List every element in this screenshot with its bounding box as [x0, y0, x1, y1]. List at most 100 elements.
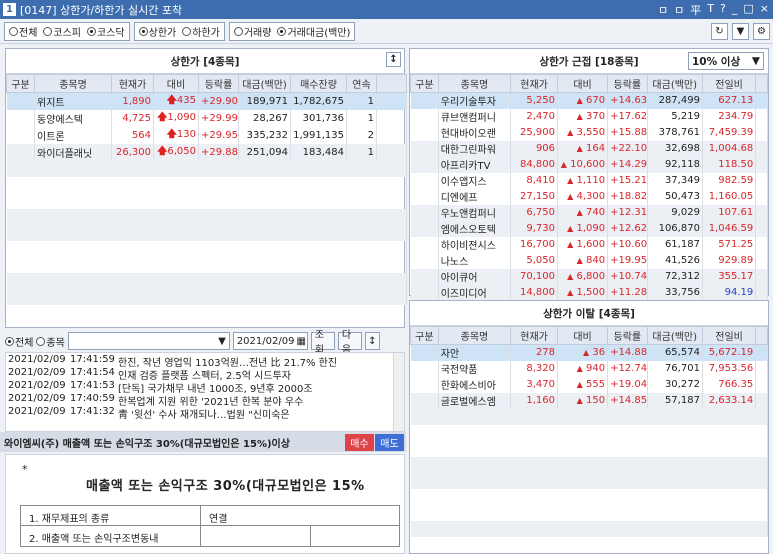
col-header[interactable]: 매수잔량 — [290, 74, 347, 93]
stock-search-input[interactable]: ▼ — [67, 332, 230, 350]
table-row[interactable]: 이수앱지스 8,410 ▲ 1,110 +15.21 37,349 982.59 — [410, 172, 768, 189]
col-header[interactable]: 등락률 — [607, 74, 648, 93]
col-header[interactable]: 대금(백만) — [646, 326, 703, 345]
col-header[interactable]: 종목명 — [437, 74, 512, 93]
sort-toggle-icon[interactable]: ↕ — [386, 52, 401, 67]
near-limit-header: 상한가 근접 [18종목] 10% 이상 ▼ — [410, 49, 768, 74]
threshold-select[interactable]: 10% 이상 ▼ — [688, 52, 764, 70]
disclosure-document: * 매출액 또는 손익구조 30%(대규모법인은 15% 1. 재무제표의 종류… — [5, 454, 405, 554]
radio-sort-amount[interactable]: 거래대금(백만) — [277, 24, 350, 39]
upper-limit-title: 상한가 [4종목] — [170, 55, 240, 68]
table-row[interactable]: 아이큐어 70,100 ▲ 6,800 +10.74 72,312 355.17 — [410, 268, 768, 285]
maximize-icon[interactable]: □ — [743, 2, 753, 18]
col-header[interactable]: 연속 — [346, 74, 377, 93]
table-row[interactable]: 아프리카TV 84,800 ▲ 10,600 +14.29 92,118 118.50 — [410, 156, 768, 173]
chevron-down-icon: ▼ — [751, 55, 760, 67]
upper-limit-panel: 상한가 [4종목] ↕ 구분 종목명 현재가 대비 등락률 대금(백만) 매수잔… — [5, 48, 407, 328]
radio-news-stock[interactable]: 종목 — [36, 334, 65, 349]
font-icon[interactable]: T — [707, 2, 714, 18]
radio-market-all[interactable]: 전체 — [9, 24, 37, 39]
col-header[interactable]: 현재가 — [111, 74, 154, 93]
window-titlebar: 1 [0147] 상한가/하한가 실시간 포착 ㅁ ㅁ 平 T ? _ □ × — [0, 0, 773, 19]
query-button[interactable]: 조회 — [310, 330, 335, 356]
table-row[interactable]: 이즈미디어 14,800 ▲ 1,500 +11.28 33,756 94.19 — [410, 284, 768, 301]
date-picker[interactable]: 2021/02/09 ▦ — [232, 332, 308, 350]
table-row[interactable]: 엠에스오토텍 9,730 ▲ 1,090 +12.62 106,870 1,046.59 — [410, 220, 768, 237]
col-header[interactable]: 현재가 — [510, 74, 559, 93]
up-triangle-icon: ▲ — [567, 240, 574, 249]
table-row[interactable]: 우리기술투자 5,250 ▲ 670 +14.63 287,499 627.13 — [410, 92, 768, 109]
table-row[interactable]: 대한그린파워 906 ▲ 164 +22.10 32,698 1,004.68 — [410, 140, 768, 157]
table-row[interactable]: 우노앤컴퍼니 6,750 ▲ 740 +12.31 9,029 107.61 — [410, 204, 768, 221]
col-header[interactable]: 종목명 — [437, 326, 512, 345]
calendar-icon[interactable]: ▦ — [296, 336, 305, 347]
news-scrollbar[interactable] — [393, 353, 404, 431]
copy-icon[interactable]: ㅁ — [674, 2, 684, 18]
table-row[interactable]: 한화에스비아 3,470 ▲ 555 +19.04 30,272 766.35 — [410, 376, 768, 393]
table-row[interactable]: 디엔에프 27,150 ▲ 4,300 +18.82 50,473 1,160.05 — [410, 188, 768, 205]
col-header[interactable]: 현재가 — [510, 326, 559, 345]
window-controls: ㅁ ㅁ 平 T ? _ □ × — [658, 2, 769, 18]
col-header[interactable]: 대비 — [557, 326, 609, 345]
gear-icon[interactable]: ⚙ — [753, 22, 770, 40]
doc-star: * — [22, 463, 28, 476]
pin-icon[interactable]: 平 — [690, 2, 701, 18]
refresh-icon[interactable]: ↻ — [711, 22, 728, 40]
col-header[interactable]: 대비 — [557, 74, 609, 93]
radio-news-all[interactable]: 전체 — [5, 334, 33, 349]
col-header[interactable]: 등락률 — [607, 326, 648, 345]
table-row[interactable]: 동양에스텍 4,725 🡅1,090 +29.99 28,267 301,736… — [6, 110, 407, 127]
news-list: 2021/02/09 17:41:59 한진, 작년 영업익 1103억원…전년 比… — [5, 352, 405, 432]
news-item[interactable]: 2021/02/09 17:41:32 靑 '윗선' 수사 재개되나…법원 "신미숙… — [8, 406, 402, 419]
sell-button[interactable]: 매도 — [375, 434, 404, 451]
close-icon[interactable]: × — [760, 2, 769, 18]
link-icon[interactable]: ㅁ — [658, 2, 668, 18]
news-item[interactable]: 2021/02/09 17:41:53 [단독] 국가채무 내년 1000조, 9년… — [8, 380, 402, 393]
up-triangle-icon: ▲ — [576, 256, 583, 265]
table-row[interactable]: 큐브앤컴퍼니 2,470 ▲ 370 +17.62 5,219 234.79 — [410, 108, 768, 125]
table-row[interactable]: 와이더플래닛 26,300 🡅6,050 +29.88 251,094 183,… — [6, 144, 407, 161]
col-header[interactable]: 대금(백만) — [646, 74, 703, 93]
col-header[interactable]: 전일비 — [701, 74, 757, 93]
up-triangle-icon: ▲ — [567, 192, 574, 201]
news-item[interactable]: 2021/02/09 17:40:59 한복업계 지원 위한 '2021년 한복 분… — [8, 393, 402, 406]
window-number-badge: 1 — [3, 3, 16, 16]
window-title: [0147] 상한가/하한가 실시간 포착 — [20, 3, 183, 17]
col-header[interactable]: 구분 — [410, 74, 439, 93]
news-item[interactable]: 2021/02/09 17:41:54 인재 검증 플랫폼 스펙터, 2.5억 시드… — [8, 367, 402, 380]
up-triangle-icon: ▲ — [567, 176, 574, 185]
table-row[interactable]: 자안 278 ▲ 36 +14.88 65,574 5,672.19 — [410, 344, 768, 361]
col-header[interactable]: 종목명 — [34, 74, 112, 93]
news-controls: 전체 종목 ▼ 2021/02/09 ▦ 조회 다음 ↕ — [5, 330, 405, 356]
next-button[interactable]: 다음 — [337, 330, 362, 356]
table-row[interactable]: 위지트 1,890 🡅435 +29.90 189,971 1,782,675 … — [6, 92, 407, 110]
sort-toggle-icon[interactable]: ↕ — [364, 332, 380, 350]
up-triangle-icon: ▲ — [576, 396, 583, 405]
col-header[interactable]: 대비 — [153, 74, 199, 93]
buy-button[interactable]: 매수 — [345, 434, 374, 451]
table-row[interactable]: 글로벌에스엠 1,160 ▲ 150 +14.85 57,187 2,633.14 — [410, 392, 768, 409]
dropdown-icon[interactable]: ▼ — [732, 22, 749, 40]
radio-sort-volume[interactable]: 거래량 — [233, 24, 271, 39]
table-row[interactable]: 국전약품 8,320 ▲ 940 +12.74 76,701 7,953.56 — [410, 360, 768, 377]
news-item[interactable]: 2021/02/09 17:41:59 한진, 작년 영업익 1103억원…전년 比… — [8, 354, 402, 367]
col-header[interactable]: 구분 — [6, 74, 35, 93]
table-row[interactable]: 현대바이오랜 25,900 ▲ 3,550 +15.88 378,761 7,459.39 — [410, 124, 768, 141]
minimize-icon[interactable]: _ — [732, 2, 738, 18]
radio-market-kospi[interactable]: 코스피 — [43, 24, 81, 39]
col-header[interactable]: 등락률 — [198, 74, 239, 93]
col-header[interactable]: 구분 — [410, 326, 439, 345]
upper-limit-table: 구분 종목명 현재가 대비 등락률 대금(백만) 매수잔량 연속 위지트 1,8… — [6, 74, 407, 305]
table-row[interactable]: 이트론 564 🡅130 +29.95 335,232 1,991,135 2 — [6, 127, 407, 144]
col-header[interactable]: 전일비 — [701, 326, 757, 345]
up-arrow-icon: 🡅 — [166, 129, 177, 140]
help-icon[interactable]: ? — [720, 2, 726, 18]
table-row[interactable]: 하이비젼시스 16,700 ▲ 1,600 +10.60 61,187 571.25 — [410, 236, 768, 253]
radio-upper-limit[interactable]: 상한가 — [138, 24, 176, 39]
table-row[interactable]: 나노스 5,050 ▲ 840 +19.95 41,526 929.89 — [410, 252, 768, 269]
col-header[interactable]: 대금(백만) — [238, 74, 291, 93]
radio-market-kosdaq[interactable]: 코스닥 — [87, 24, 125, 39]
up-triangle-icon: ▲ — [560, 160, 567, 169]
radio-lower-limit[interactable]: 하한가 — [182, 24, 220, 39]
filter-toolbar: 전체 코스피 코스닥 상한가 하한가 거래량 거래대금(백만) ↻ ▼ ⚙ — [0, 19, 773, 44]
